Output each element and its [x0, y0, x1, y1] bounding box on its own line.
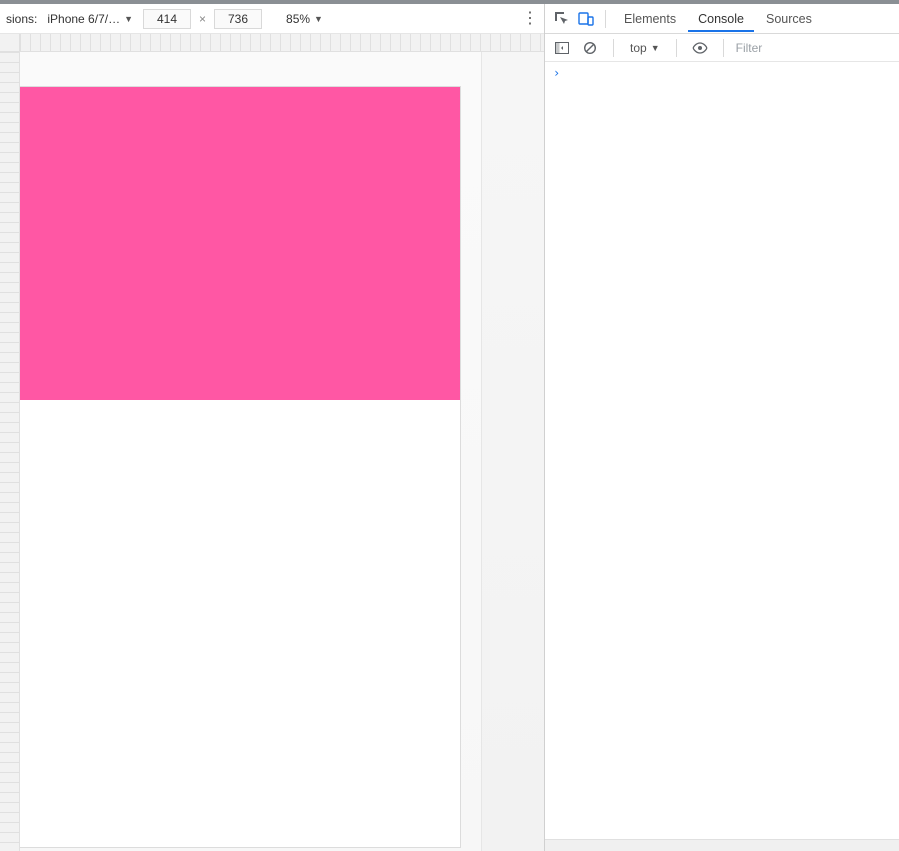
device-emulation-pane: sions: iPhone 6/7/… ▼ × 85% ▼ ⋮	[0, 4, 545, 851]
viewport-wrap	[0, 52, 544, 851]
tab-elements[interactable]: Elements	[614, 6, 686, 32]
dropdown-triangle-icon: ▼	[314, 14, 323, 24]
width-input[interactable]	[143, 9, 191, 29]
ruler-horizontal[interactable]	[20, 34, 544, 51]
height-input[interactable]	[214, 9, 262, 29]
clear-console-icon[interactable]	[579, 37, 601, 59]
page-pink-block	[20, 87, 460, 400]
stage-gutter	[481, 52, 544, 851]
toggle-device-toolbar-icon[interactable]	[575, 8, 597, 30]
dropdown-triangle-icon: ▼	[651, 43, 660, 53]
zoom-value: 85%	[286, 12, 310, 26]
more-options-kebab-icon[interactable]: ⋮	[522, 11, 538, 27]
toggle-console-sidebar-icon[interactable]	[551, 37, 573, 59]
console-toolbar-separator	[613, 39, 614, 57]
device-select[interactable]: iPhone 6/7/… ▼	[43, 10, 137, 28]
zoom-select[interactable]: 85% ▼	[286, 12, 323, 26]
dimensions-label: sions:	[6, 12, 37, 26]
devtools-bottom-scrollbar[interactable]	[545, 839, 899, 851]
main-split: sions: iPhone 6/7/… ▼ × 85% ▼ ⋮	[0, 4, 899, 851]
device-stage	[20, 52, 544, 851]
console-prompt-icon: ›	[553, 66, 560, 80]
console-context-select[interactable]: top ▼	[626, 39, 664, 57]
devtools-tabbar: Elements Console Sources	[545, 4, 899, 34]
ruler-corner	[0, 34, 20, 51]
tabbar-separator	[605, 10, 606, 28]
devtools-pane: Elements Console Sources top ▼ ›	[545, 4, 899, 851]
device-frame[interactable]	[20, 87, 460, 847]
ruler-vertical[interactable]	[0, 52, 20, 851]
console-toolbar-separator	[723, 39, 724, 57]
device-name: iPhone 6/7/…	[47, 12, 120, 26]
tab-sources[interactable]: Sources	[756, 6, 822, 32]
live-expression-eye-icon[interactable]	[689, 37, 711, 59]
console-toolbar: top ▼	[545, 34, 899, 62]
dropdown-triangle-icon: ▼	[124, 14, 133, 24]
inspect-element-icon[interactable]	[551, 8, 573, 30]
console-toolbar-separator	[676, 39, 677, 57]
console-context-label: top	[630, 41, 647, 55]
ruler-horizontal-row	[0, 34, 544, 52]
console-filter-input[interactable]	[736, 41, 893, 55]
console-body[interactable]: ›	[545, 62, 899, 839]
tab-console[interactable]: Console	[688, 6, 754, 32]
device-toolbar: sions: iPhone 6/7/… ▼ × 85% ▼ ⋮	[0, 4, 544, 34]
dimension-separator: ×	[197, 12, 208, 26]
